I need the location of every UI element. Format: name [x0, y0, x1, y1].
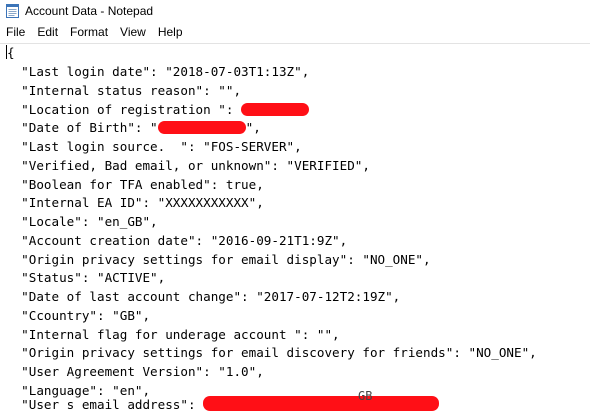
- text-line: "Origin privacy settings for email disco…: [6, 345, 537, 360]
- text-line: "Ccountry": "GB",: [6, 308, 151, 323]
- text-line: "Origin privacy settings for email displ…: [6, 252, 431, 267]
- title-bar[interactable]: Account Data - Notepad: [0, 0, 590, 22]
- open-brace: {: [7, 45, 15, 60]
- text-line: "Boolean for TFA enabled": true,: [6, 177, 264, 192]
- text-editor-area[interactable]: { "Last login date": "2018-07-03T1:13Z",…: [0, 43, 590, 419]
- menu-help[interactable]: Help: [152, 23, 189, 41]
- text-line: "Internal flag for underage account ": "…: [6, 327, 340, 342]
- email-tail-fragment: GB: [358, 389, 373, 403]
- line-text: "Date of Birth": ": [6, 120, 158, 135]
- redaction-mark: [203, 396, 440, 411]
- text-line: "Verified, Bad email, or unknown": "VERI…: [6, 158, 370, 173]
- redaction-mark: [241, 103, 310, 116]
- text-line: "User Agreement Version": "1.0",: [6, 364, 264, 379]
- text-line: "User s email address":: [6, 396, 440, 414]
- menu-format[interactable]: Format: [64, 23, 114, 41]
- line-text: "Location of registration ":: [6, 102, 242, 117]
- text-line: "Locale": "en_GB",: [6, 214, 158, 229]
- text-line: "Last login date": "2018-07-03T1:13Z",: [6, 64, 310, 79]
- text-line: "Internal status reason": "",: [6, 83, 242, 98]
- text-line: "Last login source. ": "FOS-SERVER",: [6, 139, 302, 154]
- notepad-icon: [6, 3, 19, 18]
- text-line: {: [6, 44, 15, 62]
- text-line: "Internal EA ID": "XXXXXXXXXXX",: [6, 195, 264, 210]
- menu-file[interactable]: File: [0, 23, 31, 41]
- text-line: "Location of registration ":: [6, 101, 310, 119]
- text-line: "Account creation date": "2016-09-21T1:9…: [6, 233, 348, 248]
- text-line: "Date of Birth": " ",: [6, 119, 261, 137]
- text-line: "Date of last account change": "2017-07-…: [6, 289, 401, 304]
- window-title: Account Data - Notepad: [25, 4, 154, 18]
- line-text: "User s email address":: [6, 397, 204, 412]
- line-text: ",: [245, 120, 261, 135]
- redaction-mark: [157, 121, 246, 134]
- menu-bar: File Edit Format View Help: [0, 22, 590, 42]
- menu-view[interactable]: View: [114, 23, 152, 41]
- notepad-window: Account Data - Notepad File Edit Format …: [0, 0, 590, 419]
- menu-edit[interactable]: Edit: [31, 23, 64, 41]
- text-line: "Status": "ACTIVE",: [6, 270, 166, 285]
